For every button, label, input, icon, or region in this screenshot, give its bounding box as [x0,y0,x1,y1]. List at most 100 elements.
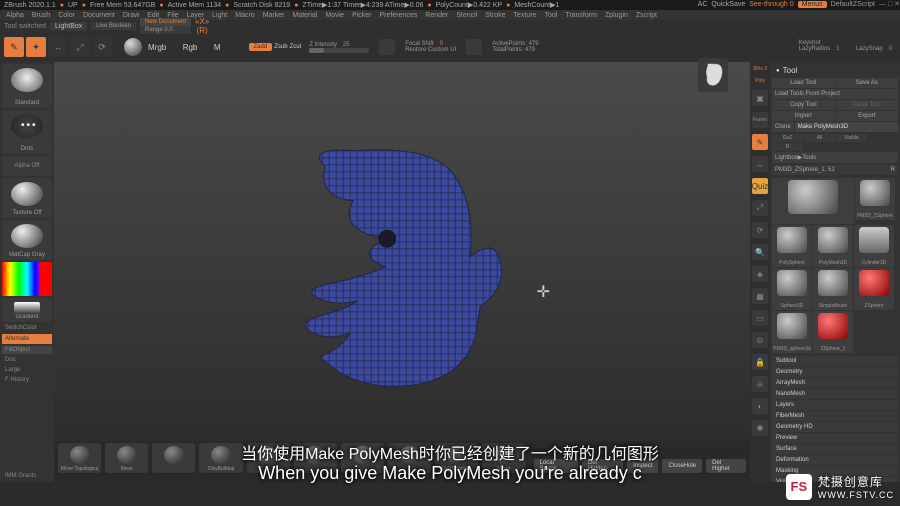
menu-macro[interactable]: Macro [235,12,254,19]
alternate-button[interactable]: Alternate [2,334,52,344]
material-swatch[interactable] [124,38,142,56]
restore-ui-button[interactable]: Restore Custom UI [405,47,456,53]
load-tool-button[interactable]: Load Tool [772,78,835,88]
menu-material[interactable]: Material [292,12,317,19]
menu-picker[interactable]: Picker [352,12,371,19]
local-icon[interactable]: ⊙ [752,332,768,348]
texture-swatch[interactable]: Texture Off [2,178,52,218]
goz-button[interactable]: GoZ [772,134,803,142]
zsub-button[interactable]: Zsub [274,44,287,50]
visible-button[interactable]: Visible [836,134,867,142]
solo-icon[interactable]: ◐ [752,398,768,414]
export-button[interactable]: Export [836,111,899,121]
tool-current[interactable] [772,178,854,224]
menu-zplugin[interactable]: Zplugin [605,12,628,19]
menu-stroke[interactable]: Stroke [485,12,505,19]
see-through-button[interactable]: See-through 0 [749,1,793,8]
window-controls[interactable]: — □ ✕ [879,0,900,8]
menu-zscript[interactable]: Zscript [636,12,657,19]
tool-PM3D_sphere3d[interactable]: PM3D_sphere3d [772,311,812,353]
quiz-label[interactable]: Quiz [752,178,768,194]
lightbox-tools-button[interactable]: Lightbox▶Tools [772,152,898,163]
default-script[interactable]: DefaultZScript [831,1,875,8]
tool-ZSphere_1[interactable]: ZSphere_1 [813,311,853,353]
stroke-swatch[interactable]: Dots [2,110,52,154]
rotate-icon[interactable]: ⟳ [752,222,768,238]
menu-color[interactable]: Color [58,12,75,19]
brush-swatch[interactable]: Standard [2,64,52,108]
draw-mode-button[interactable]: ✦ [26,37,46,57]
menus-toggle[interactable]: Menus [798,1,827,8]
tool-PolyMesh3D[interactable]: PolyMesh3D [813,225,853,267]
frame-label[interactable]: Frame [752,112,768,128]
sfix-label[interactable]: SFix 3 [753,66,767,72]
tool-r-toggle[interactable]: R [891,167,895,173]
tool-SimpleBrush[interactable]: SimpleBrush [813,268,853,310]
menu-tool[interactable]: Tool [544,12,557,19]
fit-icon[interactable]: ◈ [752,266,768,282]
move-mode-button[interactable]: ↔ [48,37,68,57]
m-button[interactable]: M [214,43,221,52]
tool-Sphere3D[interactable]: Sphere3D [772,268,812,310]
mrgb-button[interactable]: Mrgb [148,43,166,52]
color-picker[interactable] [2,262,52,296]
save-as-button[interactable]: Save As [836,78,899,88]
switch-color[interactable]: SwitchColor [2,324,52,332]
section-subtool[interactable]: Subtool [772,356,898,366]
range-slider[interactable]: Range 0.0 [140,26,191,34]
menu-render[interactable]: Render [425,12,448,19]
zcut-button[interactable]: Zcut [290,44,302,50]
tool-PolySphere[interactable]: PolySphere [772,225,812,267]
ghost-icon[interactable]: ☠ [752,376,768,392]
zadd-button[interactable]: Zadd [249,43,273,51]
menu-document[interactable]: Document [83,12,115,19]
scale-mode-button[interactable]: ⤢ [70,37,90,57]
tool-ZSphere[interactable]: ZSphere [854,268,894,310]
menu-movie[interactable]: Movie [325,12,344,19]
poly-label[interactable]: Poly [755,78,765,84]
floor-icon[interactable]: ▭ [752,310,768,326]
material-swatch-left[interactable]: MatCap Gray [2,220,52,260]
zintensity-slider[interactable] [309,48,369,53]
zoom-icon[interactable]: 🔍 [752,244,768,260]
menu-preferences[interactable]: Preferences [380,12,418,19]
menu-brush[interactable]: Brush [32,12,50,19]
tool-panel-header[interactable]: Tool [772,64,898,77]
camera-thumbnail[interactable] [698,58,728,92]
fill-object[interactable]: FillObject [2,346,52,354]
section-arraymesh[interactable]: ArrayMesh [772,378,898,388]
canvas[interactable]: ✛ [54,62,750,482]
copy-tool-button[interactable]: Copy Tool [772,100,835,110]
section-geometry[interactable]: Geometry [772,367,898,377]
lock-icon[interactable]: 🔒 [752,354,768,370]
section-layers[interactable]: Layers [772,400,898,410]
xpose-icon[interactable]: ✱ [752,420,768,436]
alpha-swatch[interactable]: Alpha Off [2,156,52,176]
quicksave-button[interactable]: QuickSave [711,1,745,8]
undo-arrows[interactable]: «X» [195,17,209,26]
edit-mode-button[interactable]: ✎ [4,37,24,57]
section-fibermesh[interactable]: FiberMesh [772,411,898,421]
live-boolean-button[interactable]: Live Boolean [91,22,136,30]
make-polymesh-button[interactable]: Make PolyMesh3D [795,122,898,132]
persp-icon[interactable]: ▦ [752,288,768,304]
new-document-button[interactable]: New Document [140,18,191,26]
menu-draw[interactable]: Draw [123,12,139,19]
lightbox-button[interactable]: LightBox [50,22,87,31]
edit-icon[interactable]: ✎ [752,134,768,150]
menu-marker[interactable]: Marker [263,12,285,19]
rgb-button[interactable]: Rgb [183,43,198,52]
tool-Cylinder3D[interactable]: Cylinder3D [854,225,894,267]
r-button[interactable]: R [772,143,803,151]
section-nanomesh[interactable]: NanoMesh [772,389,898,399]
gizmo-icon[interactable] [466,39,482,55]
scale-icon[interactable]: ⤢ [752,200,768,216]
all-button[interactable]: All [804,134,835,142]
tool-PM3D_ZSphere[interactable]: PM3D_ZSphere [855,178,895,220]
load-project-button[interactable]: Load Tools From Project [772,89,898,99]
gradient-swatch[interactable]: Gradient [2,298,52,322]
section-geometry-hd[interactable]: Geometry HD [772,422,898,432]
restore-icon[interactable] [379,39,395,55]
menu-transform[interactable]: Transform [565,12,597,19]
move-icon[interactable]: ↔ [752,156,768,172]
